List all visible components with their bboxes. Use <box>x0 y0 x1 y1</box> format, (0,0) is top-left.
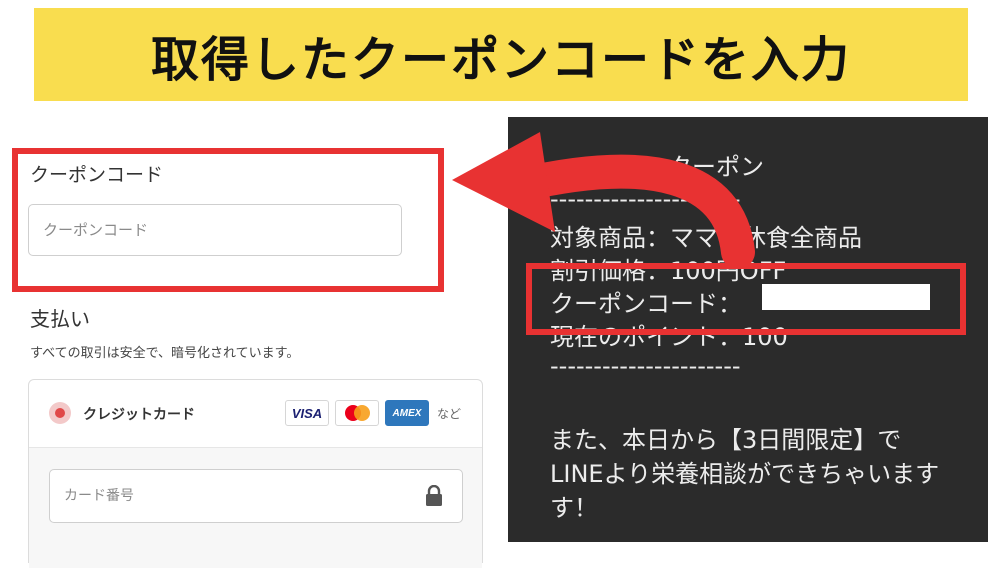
payment-description: すべての取引は安全で、暗号化されています。 <box>30 346 300 361</box>
message-notice-line: また、本日から【3日間限定】で <box>550 426 902 454</box>
message-coupon-code-label: クーポンコード： <box>550 290 742 318</box>
payment-methods: クレジットカード VISA AMEX など <box>28 379 483 568</box>
radio-selected-icon[interactable] <box>49 402 71 424</box>
visa-icon: VISA <box>285 400 329 426</box>
payment-option-credit-card[interactable]: クレジットカード VISA AMEX など <box>29 380 482 448</box>
lock-icon <box>426 485 442 506</box>
card-brands-more: など <box>437 407 462 421</box>
message-current-points: 現在のポイント：100 <box>550 323 788 351</box>
message-notice-line: す！ <box>550 494 598 522</box>
mastercard-icon <box>335 400 379 426</box>
amex-icon: AMEX <box>385 400 429 426</box>
message-divider: ---------------------- <box>550 352 741 380</box>
card-details-section <box>29 448 482 568</box>
card-number-input[interactable] <box>49 469 463 523</box>
message-target-products: 対象商品：ママの休食全商品 <box>550 224 862 252</box>
message-divider: ---------------------- <box>550 185 741 213</box>
message-discount-price: 割引価格：100円OFF <box>550 257 787 285</box>
title-banner: 取得したクーポンコードを入力 <box>34 8 968 101</box>
payment-heading: 支払い <box>30 307 90 331</box>
coupon-code-label: クーポンコード <box>30 164 164 186</box>
coupon-code-redacted <box>762 284 930 310</box>
message-notice-line: LINEより栄養相談ができちゃいます <box>550 460 940 488</box>
banner-title: 取得したクーポンコードを入力 <box>150 31 851 88</box>
coupon-code-input[interactable] <box>28 204 402 256</box>
payment-option-label: クレジットカード <box>83 407 195 423</box>
message-title: クーポン <box>668 153 764 181</box>
line-message-panel: クーポン ---------------------- 対象商品：ママの休食全商… <box>508 117 988 542</box>
